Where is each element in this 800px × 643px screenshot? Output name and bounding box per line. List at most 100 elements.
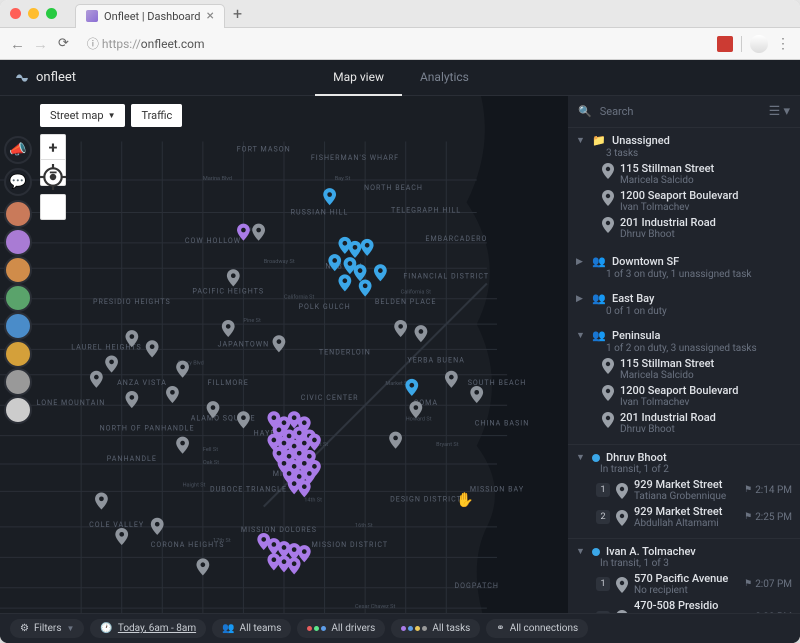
- search-icon: 🔍: [578, 105, 592, 118]
- driver-avatar[interactable]: [4, 228, 32, 256]
- svg-text:TENDERLOIN: TENDERLOIN: [319, 348, 371, 357]
- driver-header[interactable]: ▼ Dhruv Bhoot: [576, 451, 792, 464]
- svg-text:Haight St: Haight St: [183, 482, 206, 488]
- task-recipient: Dhruv Bhoot: [620, 424, 792, 435]
- list-view-toggle[interactable]: ☰ ▾: [769, 104, 790, 119]
- street-map-button[interactable]: Street map ▼: [40, 104, 125, 127]
- driver-avatar[interactable]: [4, 312, 32, 340]
- driver-avatar[interactable]: [4, 368, 32, 396]
- svg-text:PRESIDIO HEIGHTS: PRESIDIO HEIGHTS: [93, 297, 171, 306]
- stop-eta: ⚑2:14 PM: [744, 485, 792, 496]
- map-type-controls: Street map ▼ Traffic: [40, 104, 182, 127]
- group-title: Unassigned: [612, 134, 670, 147]
- driver-status: In transit, 1 of 2: [600, 464, 792, 475]
- driver-dots-icon: [307, 626, 326, 631]
- group-header[interactable]: ▼ 📁 Unassigned: [576, 134, 792, 147]
- tab-close-icon[interactable]: ×: [207, 8, 214, 24]
- timerange-button[interactable]: 🕐Today, 6am - 8am: [90, 619, 206, 638]
- extension-icon[interactable]: [717, 36, 733, 52]
- svg-text:DOGPATCH: DOGPATCH: [454, 581, 498, 590]
- group-title: Peninsula: [612, 329, 660, 342]
- stop-item[interactable]: 2 470-508 Presidio BoulevardBlair Wichit…: [596, 599, 792, 613]
- driver-name: Ivan A. Tolmachev: [606, 545, 696, 558]
- task-panel[interactable]: ▼ 📁 Unassigned 3 tasks115 Stillman Stree…: [568, 128, 800, 613]
- driver-avatar[interactable]: [4, 340, 32, 368]
- reload-button[interactable]: ⟳: [58, 36, 69, 51]
- caret-right-icon: ▶: [576, 294, 586, 304]
- close-window-button[interactable]: [10, 8, 21, 19]
- pin-icon: [616, 610, 628, 613]
- svg-text:✋: ✋: [456, 492, 474, 509]
- teams-filter-button[interactable]: 👥All teams: [212, 619, 291, 638]
- driver-avatar[interactable]: [4, 256, 32, 284]
- clock-icon: 🕐: [100, 623, 112, 634]
- group-title: East Bay: [612, 292, 654, 305]
- chat-icon[interactable]: 💬: [4, 168, 32, 196]
- stop-item[interactable]: 1 570 Pacific AvenueNo recipient ⚑2:07 P…: [596, 572, 792, 596]
- app-header: onfleet Map view Analytics: [0, 60, 800, 96]
- map-canvas[interactable]: FORT MASONRUSSIAN HILLFISHERMAN'S WHARFN…: [0, 96, 568, 613]
- tasks-filter-button[interactable]: All tasks: [391, 619, 480, 638]
- pin-icon: [602, 163, 614, 179]
- driver-section: ▼ Dhruv Bhoot In transit, 1 of 2 1 929 M…: [568, 444, 800, 538]
- search-input[interactable]: [600, 105, 761, 118]
- drivers-filter-button[interactable]: All drivers: [297, 619, 385, 638]
- locate-icon: [40, 134, 66, 220]
- task-item[interactable]: 115 Stillman StreetMaricela Salcido: [602, 357, 792, 381]
- svg-text:JAPANTOWN: JAPANTOWN: [218, 339, 270, 348]
- task-sidebar: 🔍 ☰ ▾ ▼ 📁 Unassigned 3 tasks115 Stillman…: [568, 96, 800, 613]
- group-subtitle: 1 of 3 on duty, 1 unassigned task: [606, 269, 792, 280]
- stop-number: 1: [596, 483, 610, 497]
- traffic-button[interactable]: Traffic: [131, 104, 182, 127]
- svg-text:Bryant St: Bryant St: [436, 442, 459, 448]
- logo-mark-icon: [14, 70, 30, 86]
- filters-button[interactable]: ⚙Filters▼: [10, 619, 84, 638]
- tab-analytics[interactable]: Analytics: [402, 60, 487, 96]
- driver-avatar[interactable]: [4, 284, 32, 312]
- stop-recipient: No recipient: [634, 585, 738, 596]
- tab-map-view[interactable]: Map view: [315, 60, 402, 96]
- group-header[interactable]: ▼ 👥 Peninsula: [576, 329, 792, 342]
- task-item[interactable]: 1200 Seaport BoulevardIvan Tolmachev: [602, 384, 792, 408]
- svg-text:DUBOCE TRIANGLE: DUBOCE TRIANGLE: [210, 484, 287, 493]
- task-recipient: Ivan Tolmachev: [620, 202, 792, 213]
- task-item[interactable]: 201 Industrial RoadDhruv Bhoot: [602, 411, 792, 435]
- url-bar[interactable]: ⓘ https://onfleet.com: [79, 35, 707, 52]
- browser-tab[interactable]: Onfleet | Dashboard ×: [75, 4, 225, 28]
- minimize-window-button[interactable]: [28, 8, 39, 19]
- browser-window: Onfleet | Dashboard × + ← → ⟳ ⓘ https://…: [0, 0, 800, 643]
- task-item[interactable]: 1200 Seaport BoulevardIvan Tolmachev: [602, 189, 792, 213]
- pin-icon: [602, 217, 614, 233]
- forward-button[interactable]: →: [33, 35, 48, 53]
- locate-button[interactable]: [40, 194, 66, 220]
- svg-text:Fell St: Fell St: [203, 447, 218, 453]
- pin-icon: [602, 385, 614, 401]
- megaphone-icon[interactable]: 📣: [4, 136, 32, 164]
- driver-avatar[interactable]: [4, 396, 32, 424]
- team-icon: 👥: [592, 255, 606, 268]
- driver-avatar[interactable]: [4, 200, 32, 228]
- brand-logo[interactable]: onfleet: [14, 70, 76, 86]
- stop-item[interactable]: 1 929 Market StreetTatiana Grobennique ⚑…: [596, 478, 792, 502]
- browser-titlebar: Onfleet | Dashboard × +: [0, 0, 800, 28]
- group-header[interactable]: ▶ 👥 East Bay: [576, 292, 792, 305]
- svg-text:COLE VALLEY: COLE VALLEY: [89, 520, 144, 529]
- task-recipient: Maricela Salcido: [620, 175, 792, 186]
- svg-text:Howard St: Howard St: [406, 416, 432, 422]
- stop-item[interactable]: 2 929 Market StreetAbdullah Altamami ⚑2:…: [596, 505, 792, 529]
- task-item[interactable]: 201 Industrial RoadDhruv Bhoot: [602, 216, 792, 240]
- svg-text:TELEGRAPH HILL: TELEGRAPH HILL: [391, 206, 461, 215]
- svg-text:Cesar Chavez St: Cesar Chavez St: [355, 604, 395, 610]
- driver-header[interactable]: ▼ Ivan A. Tolmachev: [576, 545, 792, 558]
- back-button[interactable]: ←: [10, 35, 25, 53]
- profile-avatar[interactable]: [750, 35, 768, 53]
- browser-menu-icon[interactable]: ⋮: [776, 36, 790, 52]
- new-tab-button[interactable]: +: [233, 4, 242, 23]
- maximize-window-button[interactable]: [46, 8, 57, 19]
- task-recipient: Ivan Tolmachev: [620, 397, 792, 408]
- connections-filter-button[interactable]: ⚭All connections: [486, 619, 588, 638]
- stop-address: 570 Pacific Avenue: [634, 572, 738, 585]
- group-header[interactable]: ▶ 👥 Downtown SF: [576, 255, 792, 268]
- svg-text:ANZA VISTA: ANZA VISTA: [117, 378, 167, 387]
- task-item[interactable]: 115 Stillman StreetMaricela Salcido: [602, 162, 792, 186]
